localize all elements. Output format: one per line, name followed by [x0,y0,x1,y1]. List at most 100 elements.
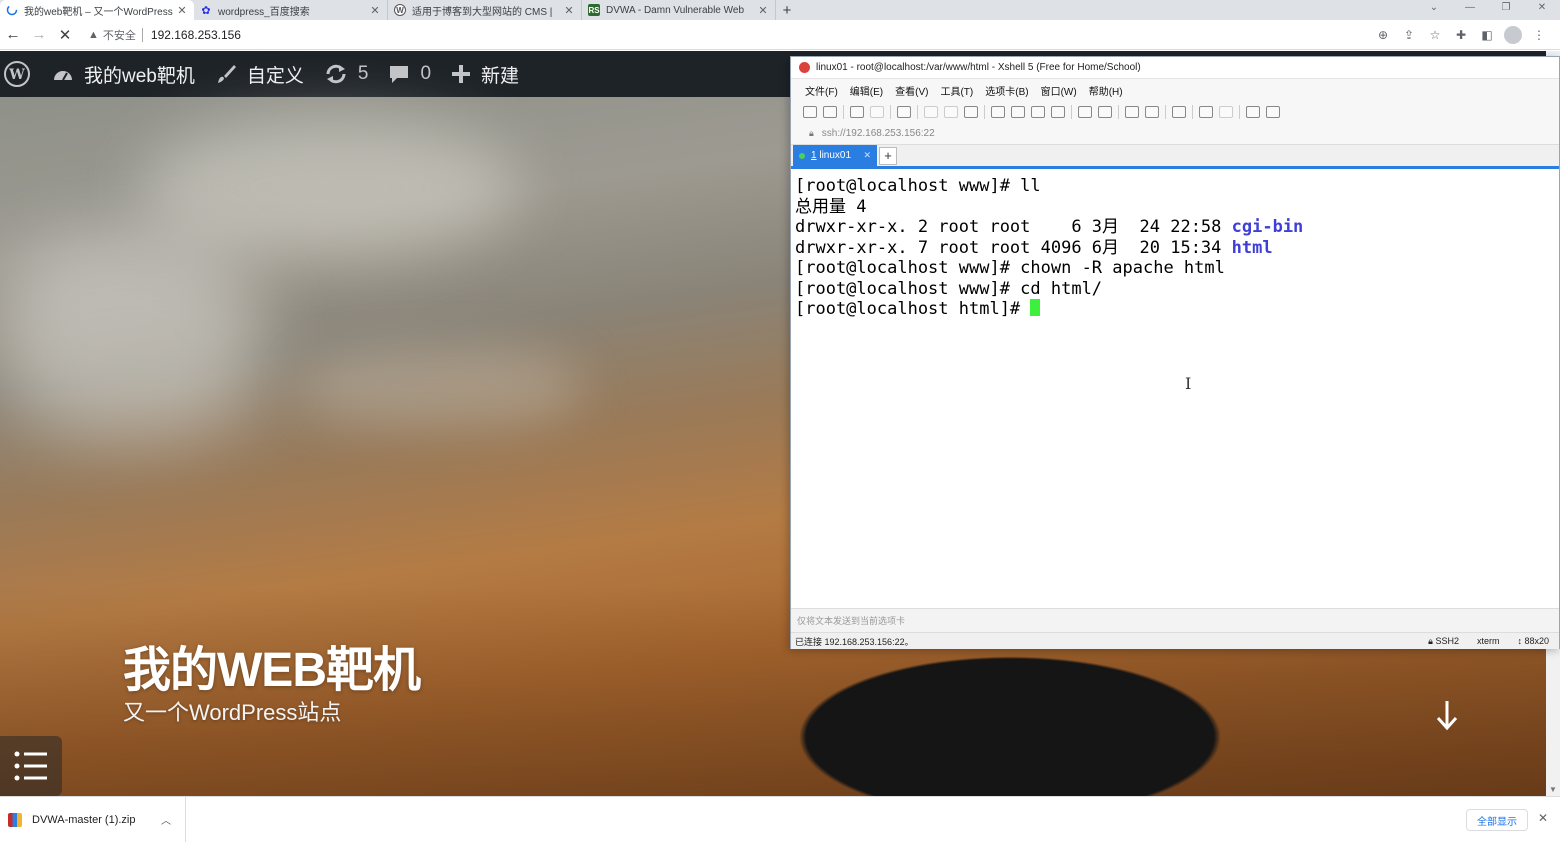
list-menu-icon [14,751,47,781]
fullscreen-icon[interactable] [1125,106,1139,118]
xshell-address-bar[interactable]: 🔒︎ ssh://192.168.253.156:22 [791,123,1559,145]
connect-icon[interactable] [850,106,864,118]
back-icon[interactable]: ← [0,22,26,48]
terminal-output[interactable]: [root@localhost www]# ll 总用量 4 drwxr-xr-… [791,174,1559,608]
address-bar[interactable]: ▲ 不安全 192.168.253.156 [88,27,241,43]
properties-icon[interactable] [897,106,911,118]
open-folder-icon[interactable] [823,106,837,118]
svg-text:W: W [8,67,25,83]
updates-link[interactable]: 5 [314,51,379,97]
terminal-prompt-line: [root@localhost html]# [795,299,1555,320]
add-icon[interactable] [1199,106,1213,118]
xshell-title: linux01 - root@localhost:/var/www/html -… [816,62,1141,73]
globe-icon[interactable] [1031,106,1045,118]
script-icon[interactable] [1098,106,1112,118]
xshell-menubar: 文件(F) 编辑(E) 查看(V) 工具(T) 选项卡(B) 窗口(W) 帮助(… [791,79,1559,101]
site-title[interactable]: 我的WEB靶机 [123,630,421,700]
menu-view[interactable]: 查看(V) [895,83,928,98]
font-icon[interactable] [1051,106,1065,118]
compose-placeholder: 仅将文本发送到当前选项卡 [797,616,906,626]
restore-icon[interactable]: ❐ [1488,0,1524,14]
dvwa-icon: RS [588,4,600,16]
minimize-icon[interactable]: — [1452,0,1488,14]
protocol-label: SSH2 [1435,635,1459,646]
menu-help[interactable]: 帮助(H) [1089,83,1123,98]
close-window-icon[interactable]: ✕ [1524,0,1560,14]
copy-icon[interactable] [924,106,938,118]
terminal-size: ↕ 88x20 [1517,635,1549,646]
close-icon[interactable]: ✕ [176,4,188,17]
tab-wordpress-cn[interactable]: W 适用于博客到大型网站的 CMS | ✕ [388,0,582,20]
forward-icon[interactable]: → [26,22,52,48]
tab-linux01[interactable]: 1 linux01 ✕ [793,145,877,166]
site-name-menu[interactable]: 我的web靶机 [42,51,205,97]
customize-link[interactable]: 自定义 [205,51,314,97]
show-all-downloads-button[interactable]: 全部显示 [1466,809,1528,831]
directory-name: cgi-bin [1231,217,1304,237]
url-text[interactable]: 192.168.253.156 [151,28,241,42]
find-icon[interactable] [964,106,978,118]
arrow-down-icon[interactable] [1434,697,1460,733]
menu-tools[interactable]: 工具(T) [940,83,973,98]
help-icon[interactable] [1246,106,1260,118]
lock-icon[interactable] [1145,106,1159,118]
close-icon[interactable]: ✕ [757,4,769,17]
tab-dvwa[interactable]: RS DVWA - Damn Vulnerable Web ✕ [582,0,776,20]
layout-icon[interactable] [1219,106,1233,118]
tab-baidu-search[interactable]: ✿ wordpress_百度搜索 ✕ [194,0,388,20]
menu-file[interactable]: 文件(F) [805,83,838,98]
chevron-up-icon[interactable]: ︿ [161,812,171,827]
scroll-down-arrow-icon[interactable]: ▼ [1546,782,1560,796]
tab-wordpress-site[interactable]: 我的web靶机 – 又一个WordPress ✕ [0,0,194,20]
menu-edit[interactable]: 编辑(E) [850,83,883,98]
profile-avatar[interactable] [1502,24,1524,46]
menu-window[interactable]: 窗口(W) [1041,83,1077,98]
new-content-link[interactable]: 新建 [441,51,529,97]
warning-icon[interactable]: ▲ [88,29,99,41]
wp-logo-icon[interactable]: W [0,51,42,97]
new-session-icon[interactable] [803,106,817,118]
customize-label: 自定义 [246,65,304,87]
chat-icon[interactable] [1266,106,1280,118]
terminal-line: drwxr-xr-x. 2 root root 6 3月 24 22:58 cg… [795,217,1555,238]
xftp-icon[interactable] [1078,106,1092,118]
print-icon[interactable] [991,106,1005,118]
plus-icon [451,64,471,84]
tab-search-icon[interactable]: ⌄ [1416,0,1452,14]
menu-toggle-button[interactable] [0,736,62,796]
extensions-icon[interactable]: ✚ [1450,24,1472,46]
more-menu-icon[interactable]: ⋮ [1528,24,1550,46]
menu-tabs[interactable]: 选项卡(B) [985,83,1028,98]
lock-icon: 🔒︎ [809,128,814,138]
tab-title: DVWA - Damn Vulnerable Web [606,4,745,16]
close-icon[interactable]: ✕ [563,4,575,17]
comments-link[interactable]: 0 [378,51,441,97]
stop-loading-icon[interactable]: ✕ [52,22,78,48]
disconnect-icon[interactable] [870,106,884,118]
paste-icon[interactable] [944,106,958,118]
terminal-line: drwxr-xr-x. 7 root root 4096 6月 20 15:34… [795,238,1555,259]
new-label: 新建 [481,65,520,87]
size-label: 88x20 [1524,635,1549,646]
transfer-icon[interactable] [1011,106,1025,118]
protocol-indicator: 🔒︎ SSH2 [1428,636,1459,647]
terminal-text: drwxr-xr-x. 7 root root 4096 6月 20 15:34 [795,237,1232,258]
close-icon[interactable]: ✕ [369,4,381,17]
terminal-line: [root@localhost www]# cd html/ [795,278,1103,299]
close-icon[interactable]: ✕ [1538,811,1548,825]
new-tab-button[interactable]: + [776,0,798,20]
site-description: 又一个WordPress站点 [123,700,342,725]
bookmark-star-icon[interactable]: ☆ [1424,24,1446,46]
prompt: [root@localhost html]# [795,299,1031,319]
xshell-title-bar: linux01 - root@localhost:/var/www/html -… [791,57,1559,79]
download-item[interactable]: DVWA-master (1).zip ︿ [0,797,186,842]
zoom-icon[interactable]: ⊕ [1372,24,1394,46]
xshell-logo-icon [799,62,810,73]
share-icon[interactable]: ⇪ [1398,24,1420,46]
compose-bar[interactable]: 仅将文本发送到当前选项卡 [791,608,1559,632]
add-tab-button[interactable]: + [879,146,897,165]
side-panel-icon[interactable]: ◧ [1476,24,1498,46]
close-icon[interactable]: ✕ [863,150,871,161]
session-address: ssh://192.168.253.156:22 [821,128,935,139]
keyboard-icon[interactable] [1172,106,1186,118]
